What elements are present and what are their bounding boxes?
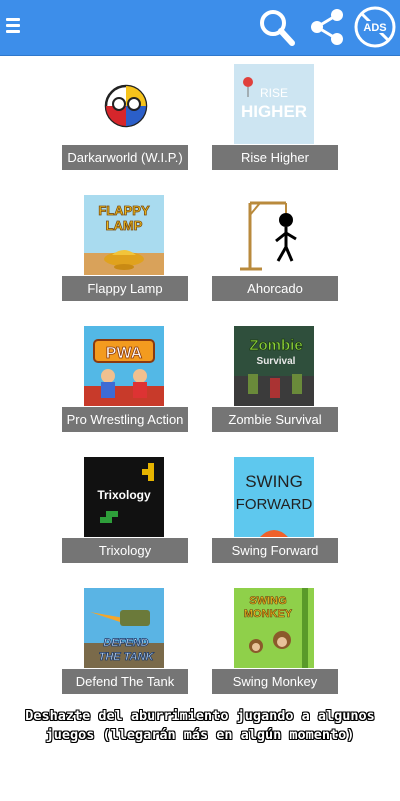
pro-wrestling-art-icon: PWA	[84, 326, 164, 406]
game-thumbnail[interactable]: Trixology	[84, 457, 164, 537]
game-card-flappy-lamp[interactable]: FLAPPY LAMP Flappy Lamp	[62, 195, 188, 301]
menu-icon[interactable]	[6, 14, 28, 38]
game-title[interactable]: Trixology	[62, 538, 188, 563]
thumb-title: DEFEND	[103, 637, 148, 649]
thumb-subtitle: MONKEY	[244, 608, 293, 620]
swing-monkey-art-icon: SWING MONKEY	[234, 588, 314, 668]
game-thumbnail[interactable]: RISE HIGHER	[234, 64, 314, 144]
thumb-subtitle: HIGHER	[241, 102, 307, 121]
hangman-icon	[240, 201, 297, 271]
game-card-trixology[interactable]: Trixology Trixology	[62, 457, 188, 563]
thumb-subtitle: LAMP	[106, 218, 143, 233]
game-title[interactable]: Defend The Tank	[62, 669, 188, 694]
game-title[interactable]: Zombie Survival	[212, 407, 338, 432]
game-thumbnail[interactable]: DEFEND THE TANK	[84, 588, 164, 668]
rise-higher-art-icon: RISE HIGHER	[234, 64, 314, 144]
swing-forward-art-icon: SWING FORWARD	[234, 457, 314, 537]
game-thumbnail[interactable]: SWING FORWARD	[234, 457, 314, 537]
game-card-defend-the-tank[interactable]: DEFEND THE TANK Defend The Tank	[62, 588, 188, 694]
game-card-swing-monkey[interactable]: SWING MONKEY Swing Monkey	[212, 588, 338, 694]
game-card-swing-forward[interactable]: SWING FORWARD Swing Forward	[212, 457, 338, 563]
game-title[interactable]: Darkarworld (W.I.P.)	[62, 145, 188, 170]
game-card-darkarworld[interactable]: Darkarworld (W.I.P.)	[62, 64, 188, 170]
game-title[interactable]: Ahorcado	[212, 276, 338, 301]
game-title[interactable]: Rise Higher	[212, 145, 338, 170]
thumb-title: RISE	[260, 86, 288, 100]
thumb-title: SWING	[245, 472, 303, 491]
game-title[interactable]: Flappy Lamp	[62, 276, 188, 301]
footer-line-1: Deshazte del aburrimiento jugando a algu…	[25, 708, 375, 724]
game-thumbnail[interactable]	[234, 195, 314, 275]
thumb-title: SWING	[249, 595, 286, 607]
flappy-lamp-art-icon: FLAPPY LAMP	[84, 195, 164, 275]
thumb-title: FLAPPY	[98, 203, 150, 218]
share-icon[interactable]	[308, 6, 346, 48]
thumb-title: Trixology	[97, 488, 151, 502]
game-card-ahorcado[interactable]: Ahorcado	[212, 195, 338, 301]
darkarworld-logo-icon	[104, 84, 148, 128]
game-card-rise-higher[interactable]: RISE HIGHER Rise Higher	[212, 64, 338, 170]
game-thumbnail[interactable]: FLAPPY LAMP	[84, 195, 164, 275]
thumb-subtitle: THE TANK	[99, 651, 155, 663]
game-title[interactable]: Swing Forward	[212, 538, 338, 563]
zombie-survival-art-icon: Zombie Survival	[234, 326, 314, 406]
thumb-subtitle: FORWARD	[236, 496, 313, 513]
ads-icon[interactable]: ADS	[353, 5, 397, 49]
footer-message: Deshazte del aburrimiento jugando a algu…	[0, 707, 400, 745]
thumb-subtitle: Survival	[257, 356, 296, 367]
app-bar: ADS	[0, 0, 400, 56]
trixology-art-icon: Trixology	[84, 457, 164, 537]
game-card-zombie-survival[interactable]: Zombie Survival Zombie Survival	[212, 326, 338, 432]
game-card-pro-wrestling[interactable]: PWA Pro Wrestling Action	[62, 326, 188, 432]
footer-line-2: juegos (llegarán más en algún momento)	[45, 727, 355, 743]
game-thumbnail[interactable]	[84, 64, 164, 144]
game-thumbnail[interactable]: PWA	[84, 326, 164, 406]
search-icon[interactable]	[258, 6, 296, 48]
thumb-title: Zombie	[249, 337, 302, 354]
game-thumbnail[interactable]: Zombie Survival	[234, 326, 314, 406]
thumb-title: PWA	[106, 345, 143, 362]
game-thumbnail[interactable]: SWING MONKEY	[234, 588, 314, 668]
ads-label: ADS	[363, 22, 386, 34]
defend-the-tank-art-icon: DEFEND THE TANK	[84, 588, 164, 668]
game-title[interactable]: Pro Wrestling Action	[62, 407, 188, 432]
game-title[interactable]: Swing Monkey	[212, 669, 338, 694]
